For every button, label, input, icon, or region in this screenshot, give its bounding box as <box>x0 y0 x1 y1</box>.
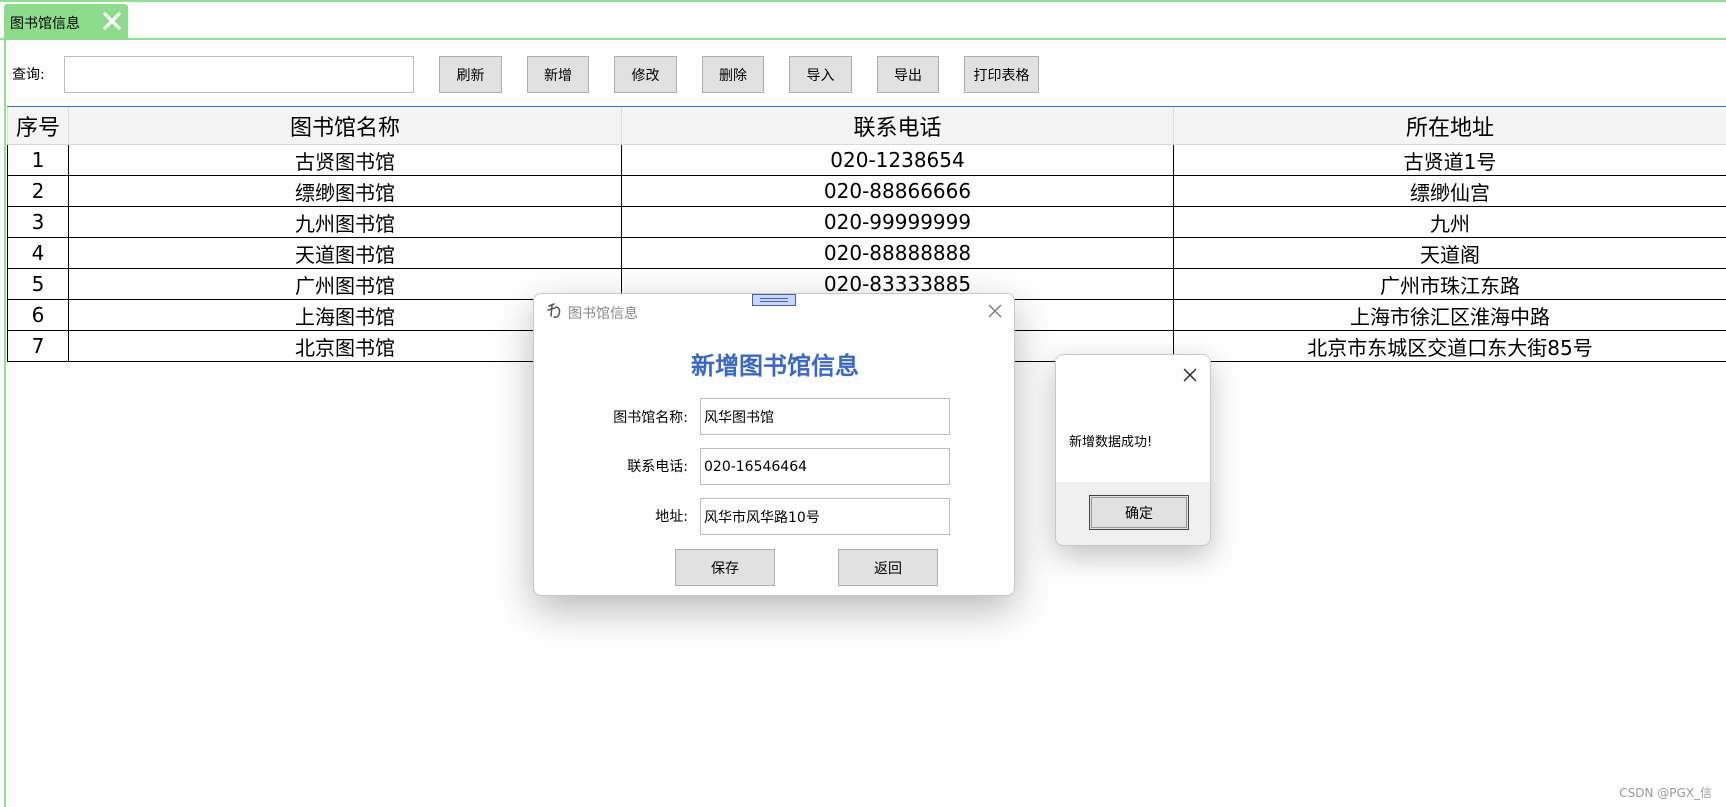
cell-phone: 020-88866666 <box>622 176 1174 206</box>
cell-index: 7 <box>7 331 69 361</box>
drag-handle[interactable] <box>752 294 796 306</box>
cell-index: 5 <box>7 269 69 299</box>
cell-address: 古贤道1号 <box>1403 149 1497 174</box>
cell-phone: 020-99999999 <box>622 207 1174 237</box>
column-header-index[interactable]: 序号 <box>7 107 69 144</box>
dialog-heading: 新增图书馆信息 <box>691 352 859 380</box>
cell-address: 上海市徐汇区淮海中路 <box>1350 304 1550 329</box>
cell-address: 九州 <box>1430 211 1470 236</box>
query-label: 查询: <box>12 67 45 83</box>
ok-button[interactable]: 确定 <box>1089 495 1189 530</box>
search-input[interactable] <box>64 56 414 93</box>
cell-phone: 020-1238654 <box>622 145 1174 175</box>
tab-library-info[interactable]: 图书馆信息 <box>4 4 128 40</box>
table-row[interactable]: 4 天道图书馆 020-88888888 天道阁 <box>7 238 1726 269</box>
cell-address: 广州市珠江东路 <box>1380 273 1520 298</box>
phone-label: 联系电话: <box>627 459 688 475</box>
close-icon[interactable] <box>100 9 124 33</box>
app-icon <box>547 303 561 318</box>
cell-index: 6 <box>7 300 69 330</box>
cell-address: 缥缈仙宫 <box>1410 180 1490 205</box>
cell-index: 2 <box>7 176 69 206</box>
library-name-field[interactable] <box>700 398 950 435</box>
address-label: 地址: <box>655 509 688 525</box>
cell-index: 1 <box>7 145 69 175</box>
column-header-phone[interactable]: 联系电话 <box>622 107 1174 144</box>
tab-strip: 图书馆信息 <box>0 0 1726 40</box>
column-header-name[interactable]: 图书馆名称 <box>69 107 622 144</box>
success-message-box: 新增数据成功! 确定 <box>1055 354 1211 546</box>
import-button[interactable]: 导入 <box>789 56 852 93</box>
edit-button[interactable]: 修改 <box>614 56 677 93</box>
cell-name: 缥缈图书馆 <box>69 176 622 206</box>
table-row[interactable]: 1 古贤图书馆 020-1238654 古贤道1号 <box>7 145 1726 176</box>
dialog-title: 图书馆信息 <box>568 306 638 322</box>
cell-index: 3 <box>7 207 69 237</box>
cell-name: 九州图书馆 <box>69 207 622 237</box>
cell-name: 古贤图书馆 <box>69 145 622 175</box>
cell-address: 北京市东城区交道口东大街85号 <box>1307 335 1593 360</box>
close-icon[interactable] <box>1182 367 1198 383</box>
save-button[interactable]: 保存 <box>675 549 775 586</box>
print-table-button[interactable]: 打印表格 <box>964 56 1039 93</box>
back-button[interactable]: 返回 <box>838 549 938 586</box>
watermark: CSDN @PGX_信 <box>1619 786 1712 800</box>
column-header-address[interactable]: 所在地址 <box>1174 107 1726 144</box>
add-button[interactable]: 新增 <box>527 56 589 93</box>
delete-button[interactable]: 删除 <box>702 56 764 93</box>
phone-field[interactable] <box>700 448 950 485</box>
tab-label: 图书馆信息 <box>10 16 80 32</box>
table-row[interactable]: 3 九州图书馆 020-99999999 九州 <box>7 207 1726 238</box>
cell-address: 天道阁 <box>1420 242 1480 267</box>
frame-border <box>4 38 6 807</box>
table-header: 序号 图书馆名称 联系电话 所在地址 <box>7 107 1726 145</box>
table-row[interactable]: 2 缥缈图书馆 020-88866666 缥缈仙宫 <box>7 176 1726 207</box>
add-library-dialog: 图书馆信息 新增图书馆信息 图书馆名称: 联系电话: 地址: 保存 返回 <box>533 293 1015 596</box>
export-button[interactable]: 导出 <box>877 56 939 93</box>
library-name-label: 图书馆名称: <box>613 410 688 426</box>
cell-name: 天道图书馆 <box>69 238 622 268</box>
address-field[interactable] <box>700 498 950 535</box>
cell-phone: 020-88888888 <box>622 238 1174 268</box>
close-icon[interactable] <box>986 302 1004 320</box>
refresh-button[interactable]: 刷新 <box>439 56 502 93</box>
message-text: 新增数据成功! <box>1069 435 1153 450</box>
cell-index: 4 <box>7 238 69 268</box>
